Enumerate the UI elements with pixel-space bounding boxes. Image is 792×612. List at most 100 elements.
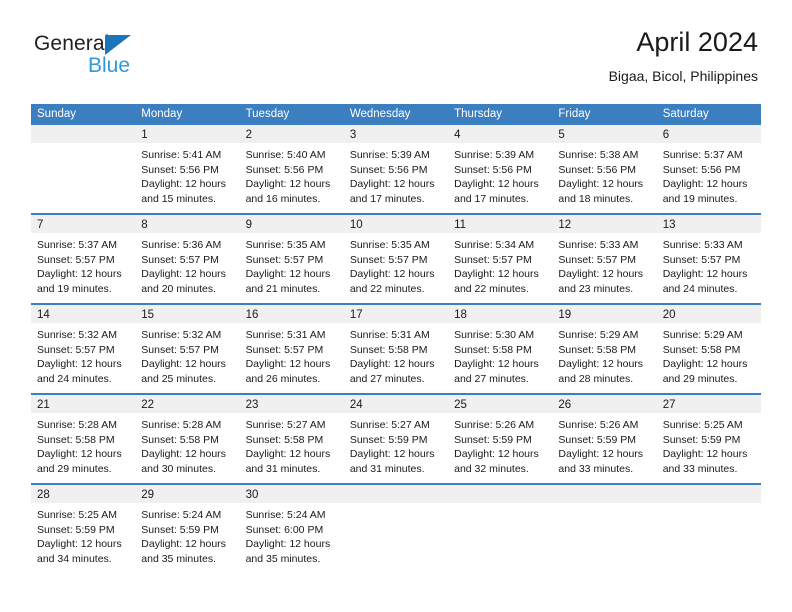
day-cell-empty: [343, 485, 449, 573]
day-cell[interactable]: 6 Sunrise: 5:37 AM Sunset: 5:56 PM Daylight…: [656, 125, 761, 213]
day-cell[interactable]: 11 Sunrise: 5:34 AM Sunset: 5:57 PM Dayligh…: [448, 215, 553, 303]
day-cell[interactable]: 2 Sunrise: 5:40 AM Sunset: 5:56 PM Daylight…: [239, 125, 344, 213]
day-detail-line: Sunset: 5:57 PM: [558, 253, 637, 266]
day-cell[interactable]: 15 Sunrise: 5:32 AM Sunset: 5:57 PM Dayligh…: [135, 305, 240, 393]
day-detail-line: Daylight: 12 hours: [141, 358, 226, 371]
day-details: Sunrise: 5:26 AM Sunset: 5:59 PM Daylight:…: [552, 413, 656, 476]
day-details: Sunrise: 5:33 AM Sunset: 5:57 PM Daylight:…: [657, 233, 761, 296]
day-details: Sunrise: 5:38 AM Sunset: 5:56 PM Daylight:…: [552, 143, 656, 206]
weekday-header-monday: Monday: [141, 108, 183, 120]
day-detail-line: Daylight: 12 hours: [454, 268, 539, 281]
logo-text-general: General: [34, 32, 110, 55]
day-number: 18: [454, 309, 467, 321]
day-number-band: 7: [31, 215, 136, 233]
day-detail-line: and 27 minutes.: [454, 372, 529, 385]
day-number-band: 4: [448, 125, 553, 143]
day-detail-line: Daylight: 12 hours: [349, 358, 435, 371]
day-detail-line: Sunset: 5:58 PM: [141, 433, 219, 446]
day-detail-line: Sunset: 5:57 PM: [37, 343, 115, 356]
day-detail-line: Daylight: 12 hours: [558, 448, 644, 461]
day-cell[interactable]: 29 Sunrise: 5:24 AM Sunset: 5:59 PM Dayligh…: [135, 485, 240, 573]
day-cell[interactable]: 17 Sunrise: 5:31 AM Sunset: 5:58 PM Dayligh…: [343, 305, 449, 393]
day-number: 11: [454, 219, 467, 231]
day-number-band: 26: [552, 395, 657, 413]
day-cell[interactable]: 21 Sunrise: 5:28 AM Sunset: 5:58 PM Dayligh…: [31, 395, 136, 483]
day-cell[interactable]: 23 Sunrise: 5:27 AM Sunset: 5:58 PM Dayligh…: [239, 395, 344, 483]
day-cell[interactable]: 14 Sunrise: 5:32 AM Sunset: 5:57 PM Dayligh…: [31, 305, 136, 393]
day-number: 19: [558, 309, 572, 321]
day-number: 28: [37, 489, 50, 501]
day-details: [344, 503, 448, 508]
day-details: Sunrise: 5:37 AM Sunset: 5:57 PM Daylight:…: [31, 233, 135, 296]
day-detail-line: Sunrise: 5:36 AM: [141, 239, 222, 251]
day-detail-line: Sunrise: 5:41 AM: [141, 149, 222, 161]
day-detail-line: and 28 minutes.: [558, 372, 634, 385]
day-detail-line: Daylight: 12 hours: [454, 448, 539, 461]
day-cell[interactable]: 20 Sunrise: 5:29 AM Sunset: 5:58 PM Dayligh…: [656, 305, 761, 393]
day-details: Sunrise: 5:39 AM Sunset: 5:56 PM Daylight:…: [448, 143, 552, 206]
day-number: 17: [349, 309, 363, 321]
day-cell[interactable]: 12 Sunrise: 5:33 AM Sunset: 5:57 PM Dayligh…: [552, 215, 657, 303]
day-number: 20: [662, 309, 676, 321]
day-number: 30: [245, 489, 259, 501]
day-number-band: 19: [552, 305, 657, 323]
day-details: Sunrise: 5:24 AM Sunset: 6:00 PM Daylight:…: [240, 503, 344, 566]
day-cell[interactable]: 10 Sunrise: 5:35 AM Sunset: 5:57 PM Dayligh…: [343, 215, 449, 303]
day-number-band: [343, 485, 449, 503]
day-detail-line: Sunset: 5:57 PM: [349, 253, 428, 266]
page-title: April 2024: [636, 27, 758, 57]
day-cell[interactable]: 4 Sunrise: 5:39 AM Sunset: 5:56 PM Daylight…: [448, 125, 553, 213]
day-cell[interactable]: 8 Sunrise: 5:36 AM Sunset: 5:57 PM Daylight…: [135, 215, 240, 303]
day-cell[interactable]: 1 Sunrise: 5:41 AM Sunset: 5:56 PM Daylight…: [135, 125, 240, 213]
day-number: 29: [141, 489, 155, 501]
day-detail-line: Sunset: 5:56 PM: [141, 163, 219, 176]
day-number-band: 2: [239, 125, 344, 143]
day-cell[interactable]: 25 Sunrise: 5:26 AM Sunset: 5:59 PM Dayligh…: [448, 395, 553, 483]
day-number: 15: [141, 309, 155, 321]
day-number-band: 30: [239, 485, 344, 503]
day-cell-empty: [31, 125, 136, 213]
day-details: Sunrise: 5:35 AM Sunset: 5:57 PM Daylight:…: [344, 233, 448, 296]
day-detail-line: Sunrise: 5:31 AM: [245, 329, 326, 341]
week-row-inner: 28 Sunrise: 5:25 AM Sunset: 5:59 PM Dayligh…: [31, 485, 761, 573]
day-detail-line: Daylight: 12 hours: [141, 448, 226, 461]
day-cell[interactable]: 3 Sunrise: 5:39 AM Sunset: 5:56 PM Daylight…: [343, 125, 449, 213]
day-cell[interactable]: 30 Sunrise: 5:24 AM Sunset: 6:00 PM Dayligh…: [239, 485, 344, 573]
day-detail-line: Sunset: 5:59 PM: [662, 433, 741, 446]
day-detail-line: Sunset: 5:59 PM: [349, 433, 428, 446]
day-number-band: 27: [656, 395, 761, 413]
day-details: Sunrise: 5:29 AM Sunset: 5:58 PM Daylight:…: [657, 323, 761, 386]
day-detail-line: Daylight: 12 hours: [454, 358, 539, 371]
day-number-band: 8: [135, 215, 240, 233]
day-cell[interactable]: 16 Sunrise: 5:31 AM Sunset: 5:57 PM Dayligh…: [239, 305, 344, 393]
day-cell[interactable]: 27 Sunrise: 5:25 AM Sunset: 5:59 PM Dayligh…: [656, 395, 761, 483]
day-cell[interactable]: 5 Sunrise: 5:38 AM Sunset: 5:56 PM Daylight…: [552, 125, 657, 213]
day-cell[interactable]: 9 Sunrise: 5:35 AM Sunset: 5:57 PM Daylight…: [239, 215, 344, 303]
day-detail-line: Sunrise: 5:27 AM: [349, 419, 430, 431]
day-cell[interactable]: 18 Sunrise: 5:30 AM Sunset: 5:58 PM Dayligh…: [448, 305, 553, 393]
day-cell[interactable]: 22 Sunrise: 5:28 AM Sunset: 5:58 PM Dayligh…: [135, 395, 240, 483]
day-number: 1: [141, 129, 148, 141]
day-detail-line: Sunrise: 5:37 AM: [662, 149, 743, 161]
day-cell[interactable]: 7 Sunrise: 5:37 AM Sunset: 5:57 PM Daylight…: [31, 215, 136, 303]
day-cell[interactable]: 13 Sunrise: 5:33 AM Sunset: 5:57 PM Dayligh…: [656, 215, 761, 303]
day-detail-line: Daylight: 12 hours: [349, 268, 435, 281]
day-cell[interactable]: 28 Sunrise: 5:25 AM Sunset: 5:59 PM Dayligh…: [31, 485, 136, 573]
day-detail-line: and 19 minutes.: [37, 282, 112, 295]
day-detail-line: Sunrise: 5:34 AM: [454, 239, 535, 251]
day-detail-line: Daylight: 12 hours: [245, 358, 331, 371]
day-detail-line: and 20 minutes.: [141, 282, 216, 295]
day-number-band: [31, 125, 136, 143]
day-number: 21: [37, 399, 50, 411]
day-number: 3: [349, 129, 357, 141]
day-detail-line: and 21 minutes.: [245, 282, 321, 295]
day-cell[interactable]: 24 Sunrise: 5:27 AM Sunset: 5:59 PM Dayligh…: [343, 395, 449, 483]
day-detail-line: Sunrise: 5:29 AM: [662, 329, 743, 341]
title-block: April 2024 Bigaa, Bicol, Philippines: [609, 26, 758, 86]
day-detail-line: Sunrise: 5:27 AM: [245, 419, 326, 431]
page-subtitle: Bigaa, Bicol, Philippines: [608, 68, 758, 84]
logo-text-blue: Blue: [88, 54, 131, 77]
day-cell[interactable]: 26 Sunrise: 5:26 AM Sunset: 5:59 PM Dayligh…: [552, 395, 657, 483]
weekday-header-row: Sunday Monday Tuesday Wednesday Thursday…: [31, 104, 761, 125]
day-cell[interactable]: 19 Sunrise: 5:29 AM Sunset: 5:58 PM Dayligh…: [552, 305, 657, 393]
